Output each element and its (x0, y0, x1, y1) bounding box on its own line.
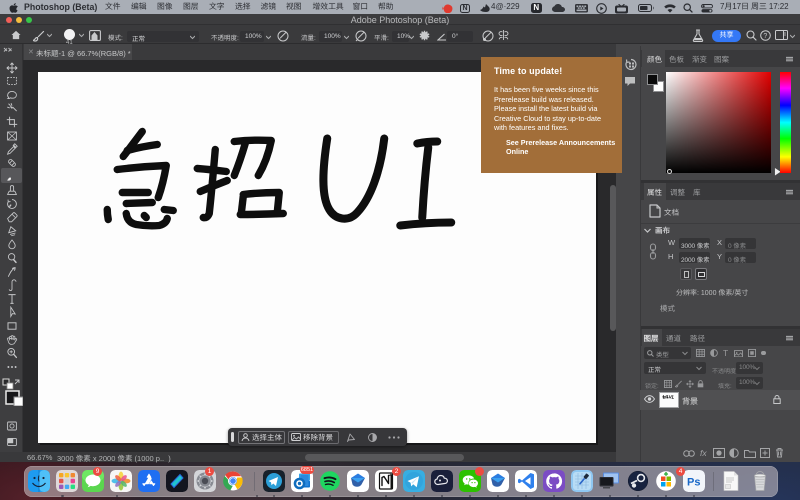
svg-text:?: ? (763, 33, 767, 40)
svg-text:Ps: Ps (687, 477, 700, 489)
